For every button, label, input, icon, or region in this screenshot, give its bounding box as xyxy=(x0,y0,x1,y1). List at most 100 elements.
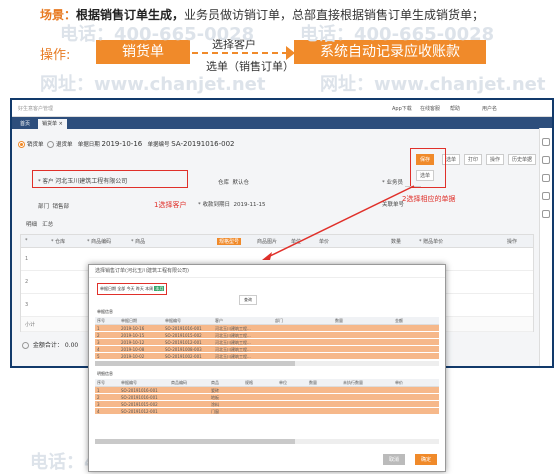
cell: 4 xyxy=(97,409,100,414)
sum-label: 金额合计： xyxy=(32,342,63,349)
app-title: 好生意客户管理 xyxy=(18,106,54,112)
row-index: 2 xyxy=(25,279,29,285)
filter-label: 单据日期 xyxy=(100,286,116,291)
cell: SO-20191012-001 xyxy=(121,409,158,414)
cell: SO-20191002-001 xyxy=(165,354,202,359)
due-date-input[interactable]: 2019-11-15 xyxy=(234,202,266,208)
app-download-link[interactable]: App下载 xyxy=(392,105,412,112)
cell: 3 xyxy=(97,402,100,407)
search-button[interactable]: 查询 xyxy=(239,295,257,305)
cell: 2 xyxy=(97,333,100,338)
due-date-field: * 收款到期日 2019-11-15 xyxy=(198,200,265,208)
tab-detail[interactable]: 明细 xyxy=(26,222,37,228)
tab-sales-delivery[interactable]: 销货单 × xyxy=(38,119,67,129)
date-label: 单据日期 xyxy=(77,142,100,148)
warehouse-input[interactable]: 默认仓 xyxy=(233,180,250,186)
flow-arrow-line xyxy=(192,52,288,54)
col-header: 商品 xyxy=(211,380,219,385)
details-scrollbar[interactable] xyxy=(95,439,439,444)
table-row[interactable]: 2 2019-10-15 SO-20191015-002 河北玉川建筑工程... xyxy=(95,332,439,339)
sum-line: 金额合计： 0.00 xyxy=(22,340,78,349)
col-header: 数量 xyxy=(335,318,343,323)
cell: 3 xyxy=(97,340,100,345)
filter-tag[interactable]: 今天 xyxy=(127,286,135,291)
rail-icon[interactable] xyxy=(542,174,550,182)
online-service-link[interactable]: 在线客服 xyxy=(420,105,440,112)
scene-header: 场景：根据销售订单生成，业务员做访销订单，总部直接根据销售订单生成销货单； xyxy=(0,0,560,40)
radio-return[interactable] xyxy=(47,141,55,148)
orders-scrollbar[interactable] xyxy=(95,361,439,366)
filter-tag-active[interactable]: 本月 xyxy=(154,286,165,291)
annotation-choose-customer: 1选择客户 xyxy=(154,201,187,209)
filter-tag[interactable]: 全部 xyxy=(117,286,125,291)
related-no-label: 关联单号 xyxy=(382,202,405,208)
cancel-button[interactable]: 取消 xyxy=(382,454,405,465)
date-field[interactable]: 2019-10-16 xyxy=(102,140,143,148)
scene-text: 业务员做访销订单，总部直接根据销售订单生成销货单； xyxy=(184,8,485,22)
filter-tag[interactable]: 本周 xyxy=(145,286,153,291)
col-header: * 仓库 xyxy=(51,239,66,245)
table-row[interactable]: 1 SO-20191016-001 瓷砖 xyxy=(95,387,439,394)
table-row[interactable]: 4 2019-10-08 SO-20191008-003 河北玉川建筑工程... xyxy=(95,346,439,353)
radio-label-return: 退货单 xyxy=(56,142,73,148)
col-header: 金额 xyxy=(395,318,403,323)
col-header: 操作 xyxy=(507,239,518,245)
filter-tag[interactable]: 昨天 xyxy=(136,286,144,291)
tab-home[interactable]: 首页 xyxy=(16,119,34,129)
row-index: 1 xyxy=(25,256,29,262)
details-header: 序号 单据编号 商品编码 商品 规格 单位 数量 未执行数量 单价 xyxy=(95,379,439,387)
sum-toggle[interactable] xyxy=(22,342,29,349)
col-header: 商品图片 xyxy=(257,239,278,245)
col-header: * 赠品单价 xyxy=(419,239,444,245)
details-table: 序号 单据编号 商品编码 商品 规格 单位 数量 未执行数量 单价 1 SO-20… xyxy=(95,379,439,415)
step-auto-receivable: 系统自动记录应收账款 xyxy=(294,40,486,64)
orders-section-label: 单据信息 xyxy=(97,309,113,314)
col-header: 序号 xyxy=(97,380,105,385)
table-row[interactable]: 4 SO-20191012-001 门窗 xyxy=(95,408,439,415)
total-label: 小计 xyxy=(25,322,36,328)
radio-sales-delivery[interactable] xyxy=(18,141,25,148)
salesperson-input[interactable] xyxy=(404,178,421,187)
operate-button[interactable]: 操作 xyxy=(486,154,505,165)
app-topbar: 好生意客户管理 App下载 在线客服 帮助 用户名 xyxy=(12,100,552,117)
table-row[interactable]: 3 SO-20191015-002 涂料 xyxy=(95,401,439,408)
table-row[interactable]: 3 2019-10-12 SO-20191012-001 河北玉川建筑工程... xyxy=(95,339,439,346)
col-header: 规格 xyxy=(245,380,253,385)
confirm-button[interactable]: 确定 xyxy=(414,454,437,465)
rail-icon[interactable] xyxy=(542,210,550,218)
table-row[interactable]: 2 SO-20191016-001 地板 xyxy=(95,394,439,401)
col-header: 单价 xyxy=(395,380,403,385)
due-date-label: * 收款到期日 xyxy=(198,202,230,208)
col-header: 部门 xyxy=(275,318,283,323)
history-button[interactable]: 历史单据 xyxy=(508,154,537,165)
cell: 河北玉川建筑工程... xyxy=(215,354,251,359)
rail-icon[interactable] xyxy=(542,156,550,164)
warehouse-field: 仓库 默认仓 xyxy=(218,178,249,186)
cell: SO-20191012-001 xyxy=(165,340,202,345)
bill-no-label: 单据编号 xyxy=(147,142,170,148)
grid-header: * * 仓库 * 商品编码 * 商品 规格型号 商品图片 单位 单价 数量 * … xyxy=(21,235,533,248)
user-menu[interactable]: 用户名 xyxy=(482,105,497,112)
help-link[interactable]: 帮助 xyxy=(450,105,460,112)
dept-input[interactable]: 销售部 xyxy=(53,204,70,210)
cell: SO-20191016-001 xyxy=(121,388,158,393)
col-header: 单位 xyxy=(291,239,302,245)
cell: 2019-10-16 xyxy=(121,326,145,331)
print-button[interactable]: 打印 xyxy=(464,154,483,165)
cell: SO-20191015-002 xyxy=(121,402,158,407)
cell: SO-20191016-001 xyxy=(121,395,158,400)
related-no-field: 关联单号 xyxy=(382,200,404,208)
salesperson-label: * 业务员 xyxy=(382,180,403,186)
cell: SO-20191016-001 xyxy=(165,326,202,331)
scene-line: 场景：根据销售订单生成，业务员做访销订单，总部直接根据销售订单生成销货单； xyxy=(40,6,484,23)
tab-summary[interactable]: 汇总 xyxy=(42,222,53,228)
table-row[interactable]: 1 2019-10-16 SO-20191016-001 河北玉川建筑工程... xyxy=(95,325,439,332)
table-row[interactable]: 5 2019-10-02 SO-20191002-001 河北玉川建筑工程... xyxy=(95,353,439,360)
watermark-url: 网址：www.chanjet.net xyxy=(320,74,546,95)
cell: 5 xyxy=(97,354,100,359)
sum-value: 0.00 xyxy=(64,342,79,349)
rail-icon[interactable] xyxy=(542,192,550,200)
rail-icon[interactable] xyxy=(542,138,550,146)
cell: 2 xyxy=(97,395,100,400)
col-header: 数量 xyxy=(391,239,402,245)
